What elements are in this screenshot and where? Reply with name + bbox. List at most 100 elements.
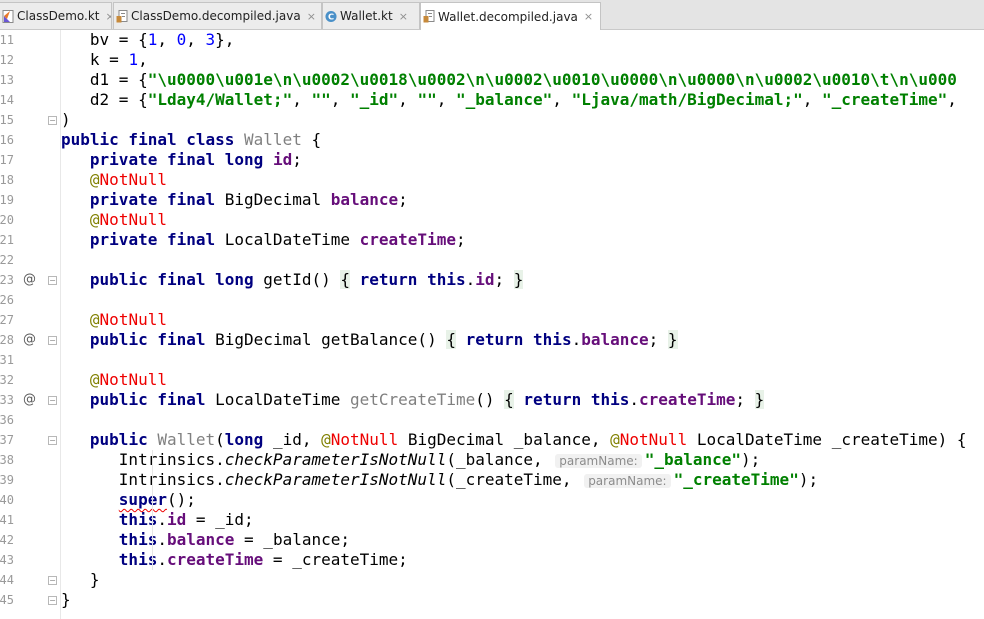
override-marker-icon[interactable]: @: [23, 270, 36, 290]
code-token: ,: [398, 90, 418, 109]
code-token: ,: [292, 90, 312, 109]
tab-classdemo-kt[interactable]: ClassDemo.kt ×: [0, 2, 112, 29]
editor-gutter: 11 12 13 14 15 − 16 17 18 19 20 21 22 23 @ − 26 27 28 @ − 31 3…: [0, 30, 60, 619]
code-token: createTime: [359, 230, 456, 249]
code-token: "Ljava/math/BigDecimal;": [571, 90, 803, 109]
code-token: .: [157, 530, 167, 549]
code-line: this.balance = _balance;: [61, 530, 350, 550]
tab-wallet-decompiled-java[interactable]: Wallet.decompiled.java ×: [420, 2, 601, 30]
tab-classdemo-decompiled-java[interactable]: ClassDemo.decompiled.java ×: [113, 2, 322, 29]
kotlin-class-file-icon: C: [325, 10, 337, 22]
code-token: return this: [465, 330, 572, 349]
code-line: this.createTime = _createTime;: [61, 550, 408, 570]
code-token: getId(): [263, 270, 341, 289]
code-line: super();: [61, 490, 196, 510]
code-line: public final BigDecimal getBalance() { r…: [61, 330, 678, 350]
code-area[interactable]: bv = {1, 0, 3}, k = 1, d1 = {"\u0000\u00…: [61, 30, 984, 619]
editor-tab-bar: ClassDemo.kt × ClassDemo.decompiled.java…: [0, 0, 984, 30]
line-number: 32: [0, 373, 14, 387]
code-token: "": [311, 90, 331, 109]
code-token: {: [301, 130, 322, 149]
line-number: 22: [0, 253, 14, 267]
fold-toggle-icon[interactable]: −: [48, 576, 57, 585]
line-number: 38: [0, 453, 14, 467]
code-token: "Lday4/Wallet;": [147, 90, 293, 109]
fold-toggle-icon[interactable]: −: [48, 276, 57, 285]
line-number: 15: [0, 113, 14, 127]
code-token: ;: [455, 230, 466, 249]
line-number: 17: [0, 153, 14, 167]
code-token: NotNull: [99, 170, 167, 189]
code-token: createTime: [166, 550, 264, 569]
code-token: ,: [186, 30, 206, 49]
line-number: 20: [0, 213, 14, 227]
code-token: checkParameterIsNotNull: [224, 470, 447, 489]
code-token: BigDecimal: [224, 190, 331, 209]
line-number: 28: [0, 333, 14, 347]
code-token: id: [475, 270, 495, 289]
code-token: @: [89, 170, 100, 189]
code-token: ;: [292, 150, 302, 169]
line-number: 31: [0, 353, 14, 367]
code-token: ;: [735, 390, 755, 409]
line-number: 12: [0, 53, 14, 67]
code-token: bv = {: [61, 30, 148, 49]
close-icon[interactable]: ×: [105, 10, 111, 23]
code-line: private final BigDecimal balance;: [61, 190, 408, 210]
code-token: Intrinsics.: [61, 470, 225, 489]
close-icon[interactable]: ×: [399, 10, 408, 23]
code-token: {: [340, 270, 350, 289]
line-number: 33: [0, 393, 14, 407]
fold-toggle-icon[interactable]: −: [48, 396, 57, 405]
code-token: ,: [552, 90, 572, 109]
code-token: NotNull: [330, 430, 399, 449]
code-line: private final long id;: [61, 150, 302, 170]
code-line: ): [61, 110, 71, 130]
fold-toggle-icon[interactable]: −: [48, 116, 57, 125]
code-token: id: [272, 150, 293, 169]
code-line: @NotNull: [61, 210, 167, 230]
code-token: public final class: [61, 130, 245, 149]
code-token: checkParameterIsNotNull: [224, 450, 447, 469]
line-number: 26: [0, 293, 14, 307]
code-token: NotNull: [99, 370, 167, 389]
code-token: d2 = {: [61, 90, 148, 109]
fold-toggle-icon[interactable]: −: [48, 336, 57, 345]
line-number: 40: [0, 493, 14, 507]
code-token: _id,: [272, 430, 322, 449]
close-icon[interactable]: ×: [584, 10, 593, 23]
tab-wallet-kt[interactable]: C Wallet.kt ×: [322, 2, 420, 29]
fold-toggle-icon[interactable]: −: [48, 596, 57, 605]
line-number: 11: [0, 33, 14, 47]
code-token: LocalDateTime _createTime) {: [687, 430, 967, 449]
code-line: d2 = {"Lday4/Wallet;", "", "_id", "", "_…: [61, 90, 957, 110]
parameter-hint: paramName:: [584, 474, 671, 488]
code-token: "_id": [350, 90, 399, 109]
code-token: 0: [176, 30, 187, 49]
code-token: "": [417, 90, 437, 109]
code-token: d1 = {: [61, 70, 148, 89]
code-token: @: [610, 430, 620, 449]
fold-toggle-icon[interactable]: −: [48, 436, 57, 445]
code-line: Intrinsics.checkParameterIsNotNull(_bala…: [61, 450, 761, 470]
code-token: "_balance": [455, 90, 553, 109]
code-token: 3: [205, 30, 216, 49]
code-token: ): [61, 110, 71, 129]
line-number: 27: [0, 313, 14, 327]
close-icon[interactable]: ×: [307, 10, 316, 23]
code-editor[interactable]: 11 12 13 14 15−16 17 18 19 20 21 22 23 @ −26 27 28 @ −31 3…: [0, 30, 984, 619]
code-line: public final LocalDateTime getCreateTime…: [61, 390, 765, 410]
code-token: id: [166, 510, 187, 529]
override-marker-icon[interactable]: @: [23, 330, 36, 350]
code-token: "\u0000\u001e\n\u0002\u0018\u0002\n\u000…: [147, 70, 957, 89]
code-line: @NotNull: [61, 170, 167, 190]
override-marker-icon[interactable]: @: [23, 390, 36, 410]
